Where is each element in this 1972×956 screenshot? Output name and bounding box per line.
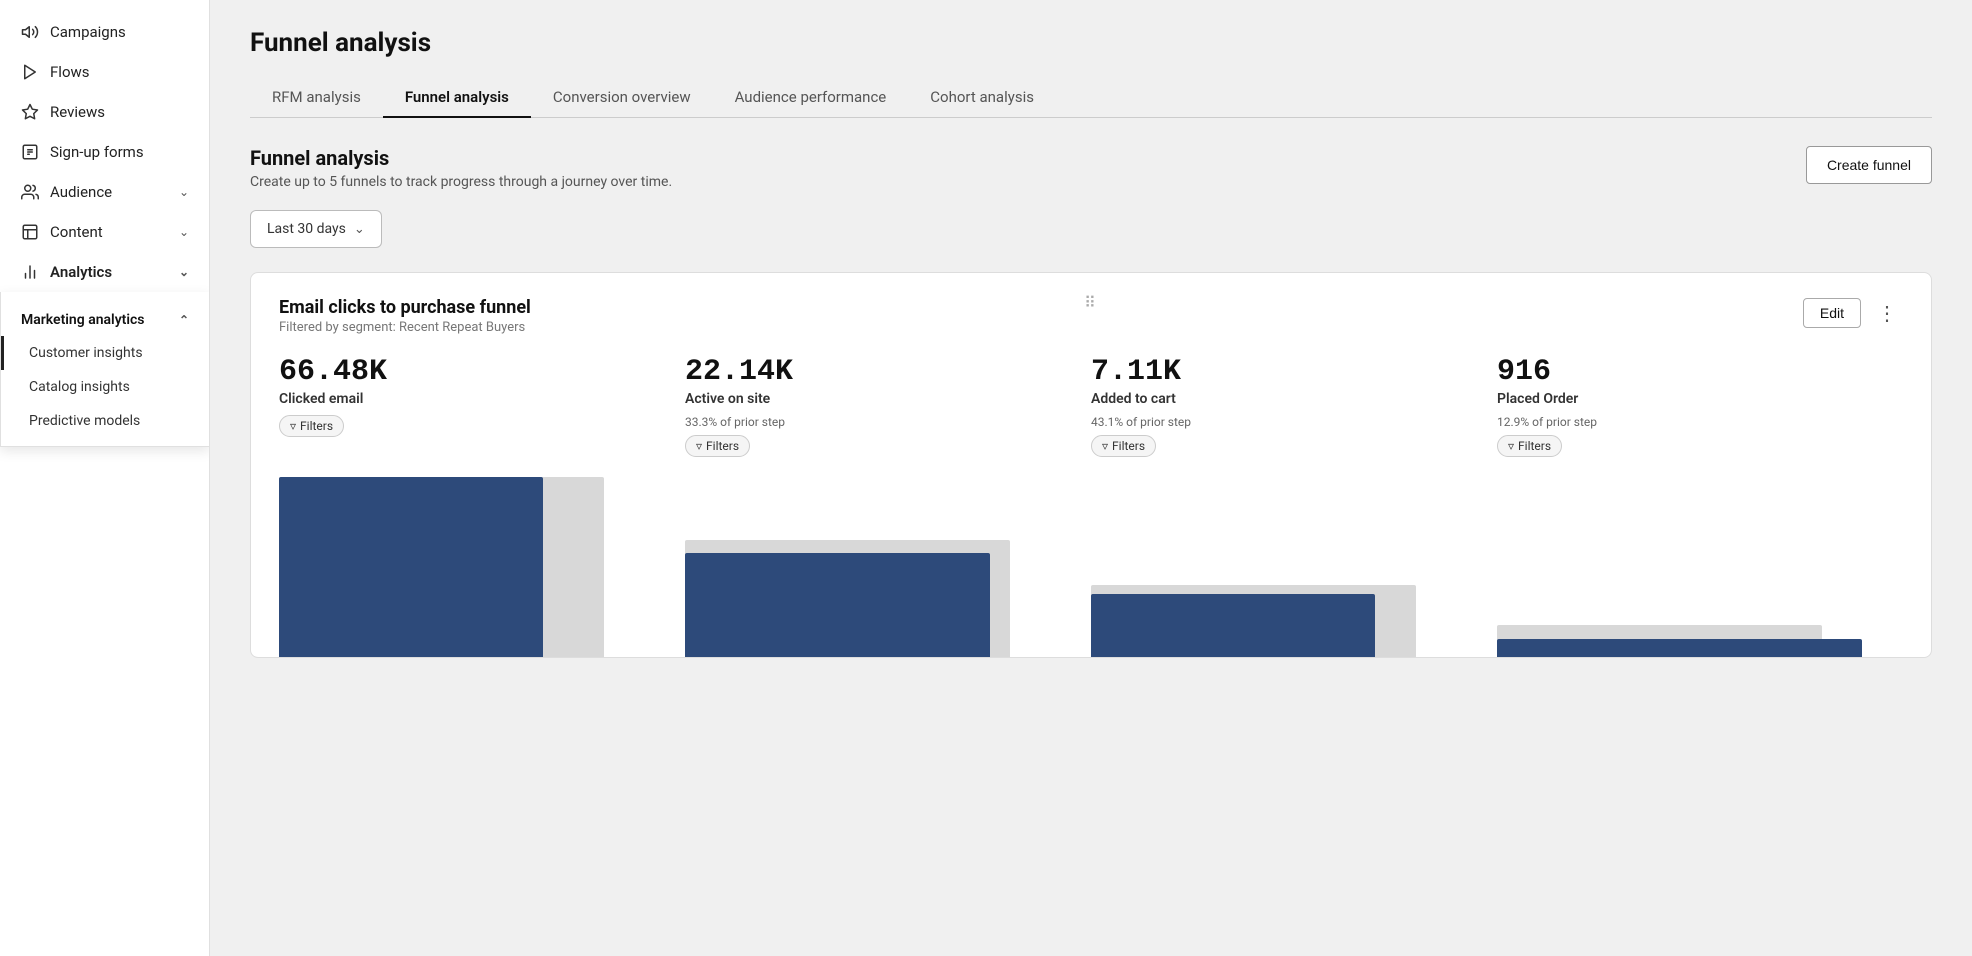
sidebar-item-flows-label: Flows <box>50 63 90 81</box>
main-content: Funnel analysis RFM analysis Funnel anal… <box>210 0 1972 956</box>
tab-cohort[interactable]: Cohort analysis <box>908 78 1056 118</box>
sidebar-item-content[interactable]: Content ⌄ <box>0 212 209 252</box>
metric-label-2: Added to cart <box>1091 391 1477 407</box>
sidebar-item-signup-forms-label: Sign-up forms <box>50 143 144 161</box>
edit-button[interactable]: Edit <box>1803 298 1861 328</box>
more-options-button[interactable]: ⋮ <box>1871 297 1903 329</box>
sidebar-item-analytics-label: Analytics <box>50 263 112 281</box>
funnel-metric-1: 22.14K Active on site 33.3% of prior ste… <box>685 355 1091 457</box>
funnel-card: ⠿ Email clicks to purchase funnel Filter… <box>250 272 1932 658</box>
funnel-card-actions: Edit ⋮ <box>1803 297 1903 329</box>
tab-funnel[interactable]: Funnel analysis <box>383 78 531 118</box>
sidebar-item-audience[interactable]: Audience ⌄ <box>0 172 209 212</box>
chevron-up-icon: ⌃ <box>179 313 189 327</box>
funnel-card-title: Email clicks to purchase funnel <box>279 297 531 318</box>
funnel-metric-3: 916 Placed Order 12.9% of prior step ▿ F… <box>1497 355 1903 457</box>
sidebar-item-flows[interactable]: Flows <box>0 52 209 92</box>
filter-icon-0: ▿ <box>290 419 296 433</box>
funnel-card-header-left: Email clicks to purchase funnel Filtered… <box>279 297 531 335</box>
funnel-bar-col-2 <box>1091 477 1497 657</box>
section-header-left: Funnel analysis Create up to 5 funnels t… <box>250 146 672 190</box>
chevron-down-icon: ⌄ <box>179 225 189 239</box>
tab-conversion[interactable]: Conversion overview <box>531 78 713 118</box>
sidebar-item-reviews[interactable]: Reviews <box>0 92 209 132</box>
funnel-bar-fill-0 <box>279 477 543 657</box>
marketing-analytics-section: Marketing analytics ⌃ Customer insights … <box>1 292 209 446</box>
section-description: Create up to 5 funnels to track progress… <box>250 174 672 190</box>
date-filter[interactable]: Last 30 days ⌄ <box>250 210 382 248</box>
page-title: Funnel analysis <box>250 28 1932 58</box>
funnel-card-subtitle: Filtered by segment: Recent Repeat Buyer… <box>279 320 531 335</box>
section-title: Funnel analysis <box>250 146 672 170</box>
audience-icon <box>20 182 40 202</box>
metric-label-0: Clicked email <box>279 391 665 407</box>
filters-badge-3[interactable]: ▿ Filters <box>1497 435 1562 457</box>
tab-audience-performance[interactable]: Audience performance <box>713 78 909 118</box>
sidebar-item-audience-label: Audience <box>50 183 112 201</box>
sidebar-item-campaigns[interactable]: Campaigns <box>0 12 209 52</box>
funnel-bar-fill-1 <box>685 553 990 657</box>
sidebar-analytics-wrapper: Analytics ⌄ Marketing analytics ⌃ Custom… <box>0 252 209 292</box>
analytics-icon <box>20 262 40 282</box>
funnel-bar-col-1 <box>685 477 1091 657</box>
funnel-metrics: 66.48K Clicked email ▿ Filters 22.14K Ac… <box>279 355 1903 457</box>
funnel-bar-col-0 <box>279 477 685 657</box>
tab-rfm[interactable]: RFM analysis <box>250 78 383 118</box>
metric-value-2: 7.11K <box>1091 355 1477 389</box>
date-filter-label: Last 30 days <box>267 221 346 237</box>
sidebar-item-content-label: Content <box>50 223 103 241</box>
chevron-down-icon: ⌄ <box>179 265 189 279</box>
sidebar-item-campaigns-label: Campaigns <box>50 23 126 41</box>
form-icon <box>20 142 40 162</box>
metric-value-3: 916 <box>1497 355 1883 389</box>
metric-value-0: 66.48K <box>279 355 665 389</box>
metric-label-1: Active on site <box>685 391 1071 407</box>
metric-label-3: Placed Order <box>1497 391 1883 407</box>
funnel-metric-2: 7.11K Added to cart 43.1% of prior step … <box>1091 355 1497 457</box>
submenu-item-predictive-models[interactable]: Predictive models <box>1 404 209 438</box>
section-header: Funnel analysis Create up to 5 funnels t… <box>250 146 1932 190</box>
filters-badge-0[interactable]: ▿ Filters <box>279 415 344 437</box>
metric-sublabel-1: 33.3% of prior step <box>685 415 1071 429</box>
star-icon <box>20 102 40 122</box>
filter-icon-2: ▿ <box>1102 439 1108 453</box>
marketing-analytics-title[interactable]: Marketing analytics ⌃ <box>1 304 209 336</box>
filter-icon-1: ▿ <box>696 439 702 453</box>
filter-icon-3: ▿ <box>1508 439 1514 453</box>
funnel-metric-0: 66.48K Clicked email ▿ Filters <box>279 355 685 457</box>
metric-value-1: 22.14K <box>685 355 1071 389</box>
sidebar-item-reviews-label: Reviews <box>50 103 105 121</box>
chevron-down-icon: ⌄ <box>179 185 189 199</box>
sidebar-item-signup-forms[interactable]: Sign-up forms <box>0 132 209 172</box>
funnel-bars <box>279 477 1903 657</box>
funnel-bar-col-3 <box>1497 477 1903 657</box>
tabs-bar: RFM analysis Funnel analysis Conversion … <box>250 78 1932 118</box>
filters-badge-1[interactable]: ▿ Filters <box>685 435 750 457</box>
megaphone-icon <box>20 22 40 42</box>
drag-handle[interactable]: ⠿ <box>1084 293 1098 312</box>
sidebar-item-analytics[interactable]: Analytics ⌄ <box>0 252 209 292</box>
filters-badge-2[interactable]: ▿ Filters <box>1091 435 1156 457</box>
sidebar: Campaigns Flows Reviews Sign-up forms <box>0 0 210 956</box>
funnel-bar-fill-2 <box>1091 594 1375 657</box>
flow-icon <box>20 62 40 82</box>
analytics-submenu: Marketing analytics ⌃ Customer insights … <box>0 292 210 447</box>
metric-sublabel-3: 12.9% of prior step <box>1497 415 1883 429</box>
submenu-item-catalog-insights[interactable]: Catalog insights <box>1 370 209 404</box>
chevron-down-icon: ⌄ <box>354 222 365 237</box>
submenu-item-customer-insights[interactable]: Customer insights <box>1 336 209 370</box>
metric-sublabel-2: 43.1% of prior step <box>1091 415 1477 429</box>
content-icon <box>20 222 40 242</box>
create-funnel-button[interactable]: Create funnel <box>1806 146 1932 184</box>
funnel-bar-fill-3 <box>1497 639 1862 657</box>
